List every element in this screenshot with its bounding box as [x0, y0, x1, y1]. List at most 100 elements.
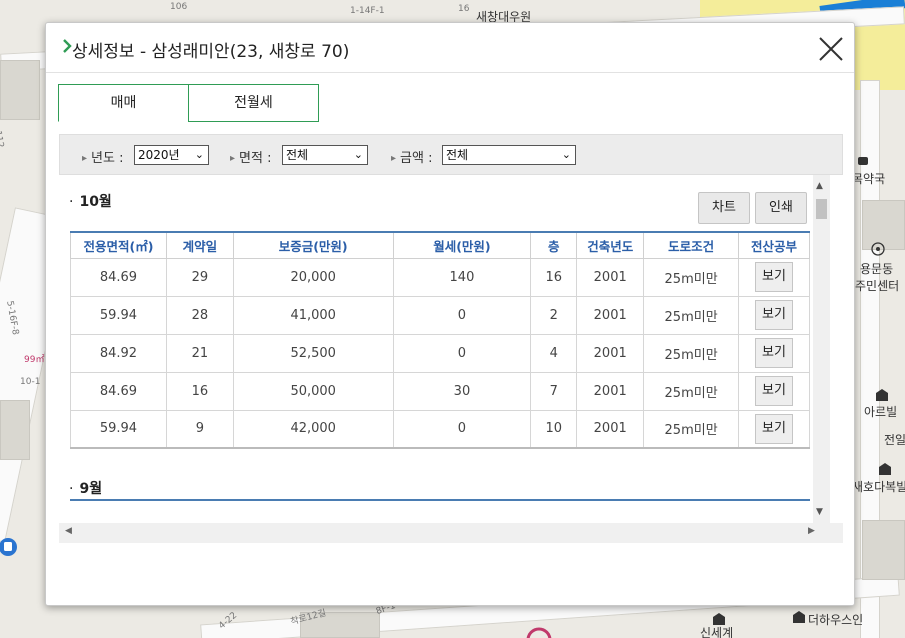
print-button[interactable]: 인쇄: [755, 192, 807, 224]
map-label: 10-1: [20, 377, 41, 387]
store-icon: [713, 613, 725, 625]
cell-rent: 30: [392, 371, 532, 411]
view-button[interactable]: 보기: [755, 262, 794, 292]
column-header: 계약일: [165, 232, 234, 259]
pharmacy-icon: [858, 157, 868, 165]
table-row: 84.69 16 50,000 30 7 2001 25m미만 보기: [70, 371, 810, 411]
cell-deposit: 42,000: [232, 409, 394, 449]
map-label: 1-14F-1: [350, 6, 385, 16]
bus-stop-icon[interactable]: [0, 536, 20, 558]
cell-year: 2001: [576, 371, 645, 411]
chevron-down-icon: ⌄: [353, 148, 363, 161]
scroll-down-icon[interactable]: ▼: [816, 507, 823, 517]
year-select[interactable]: 2020년 ⌄: [134, 145, 209, 165]
table-row: 84.92 21 52,500 0 4 2001 25m미만 보기: [70, 333, 810, 373]
column-header: 전산공부: [738, 232, 810, 259]
horizontal-scrollbar[interactable]: ◀ ▶: [59, 523, 843, 543]
cell-deposit: 41,000: [232, 295, 394, 335]
cell-rent: 140: [392, 257, 532, 297]
cell-deposit: 52,500: [232, 333, 394, 373]
map-label: 용문동: [860, 262, 894, 276]
column-header: 전용면적(㎡): [70, 232, 167, 259]
chevron-right-icon: [63, 39, 72, 53]
cell-area: 84.69: [70, 371, 167, 411]
cell-view: 보기: [738, 295, 810, 335]
chevron-down-icon: ⌄: [561, 148, 571, 161]
vertical-scrollbar[interactable]: ▲ ▼: [813, 175, 830, 523]
cell-view: 보기: [738, 257, 810, 297]
cell-floor: 7: [530, 371, 578, 411]
cell-deposit: 50,000: [232, 371, 394, 411]
view-button[interactable]: 보기: [755, 413, 794, 444]
table-row: 84.69 29 20,000 140 16 2001 25m미만 보기: [70, 257, 810, 297]
chart-button[interactable]: 차트: [698, 192, 750, 224]
apartment-icon: [793, 611, 805, 623]
view-button[interactable]: 보기: [755, 300, 794, 330]
map-building: [0, 400, 30, 460]
map-label: 106: [170, 2, 188, 12]
month-heading-label: 10월: [79, 194, 112, 210]
cell-view: 보기: [738, 333, 810, 373]
cell-area: 59.94: [70, 409, 167, 449]
results-scroll-area[interactable]: · 10월 차트 인쇄 전용면적(㎡) 계약일 보증금(만원) 월세(만원) 층 …: [59, 175, 843, 523]
amount-select-value: 전체: [446, 148, 469, 162]
cell-year: 2001: [576, 409, 645, 449]
cell-road: 25m미만: [643, 409, 740, 449]
map-label: 112: [0, 130, 5, 149]
cell-area: 84.92: [70, 333, 167, 373]
tab-sale[interactable]: 매매: [58, 84, 189, 122]
column-header: 월세(만원): [392, 232, 532, 259]
transactions-table: 전용면적(㎡) 계약일 보증금(만원) 월세(만원) 층 건축년도 도로조건 전…: [70, 231, 810, 449]
chevron-down-icon: ⌄: [194, 148, 204, 161]
cell-road: 25m미만: [643, 333, 740, 373]
cell-floor: 2: [530, 295, 578, 335]
cell-view: 보기: [738, 409, 810, 449]
year-select-value: 2020년: [138, 148, 180, 162]
dialog-title: 상세정보 - 삼성래미안(23, 새창로 70): [72, 42, 350, 62]
map-label: 신세계: [700, 626, 734, 638]
map-label: 16: [458, 4, 470, 14]
cell-floor: 4: [530, 333, 578, 373]
cell-year: 2001: [576, 295, 645, 335]
map-label: 더하우스인: [808, 613, 864, 627]
cell-day: 16: [165, 371, 234, 411]
apartment-icon: [876, 389, 888, 401]
detail-dialog: 상세정보 - 삼성래미안(23, 새창로 70) 매매 전월세 년도 : 202…: [45, 22, 855, 606]
cell-rent: 0: [392, 333, 532, 373]
cell-view: 보기: [738, 371, 810, 411]
view-button[interactable]: 보기: [755, 376, 794, 406]
cell-road: 25m미만: [643, 295, 740, 335]
map-label: 전일: [884, 433, 905, 447]
tab-rent[interactable]: 전월세: [188, 84, 319, 122]
cell-road: 25m미만: [643, 371, 740, 411]
scroll-right-icon[interactable]: ▶: [808, 526, 815, 536]
cell-floor: 16: [530, 257, 578, 297]
map-building: [0, 60, 40, 120]
area-filter-label: 면적 :: [230, 147, 271, 166]
scroll-up-icon[interactable]: ▲: [816, 181, 823, 191]
cell-area: 59.94: [70, 295, 167, 335]
map-label: 아르빌: [864, 405, 898, 419]
scroll-left-icon[interactable]: ◀: [65, 526, 72, 536]
subway-station-icon[interactable]: [524, 626, 554, 638]
cell-floor: 10: [530, 409, 578, 449]
cell-day: 29: [165, 257, 234, 297]
cell-rent: 0: [392, 295, 532, 335]
scrollbar-thumb[interactable]: [816, 199, 827, 219]
map-building: [862, 520, 905, 580]
close-icon[interactable]: [817, 35, 845, 63]
area-select[interactable]: 전체 ⌄: [282, 145, 368, 165]
year-filter-label: 년도 :: [82, 147, 123, 166]
view-button[interactable]: 보기: [755, 338, 794, 368]
cell-road: 25m미만: [643, 257, 740, 297]
column-header: 건축년도: [576, 232, 645, 259]
cell-day: 9: [165, 409, 234, 449]
column-header: 도로조건: [643, 232, 740, 259]
table-header-row: 전용면적(㎡) 계약일 보증금(만원) 월세(만원) 층 건축년도 도로조건 전…: [70, 232, 810, 259]
table-row: 59.94 9 42,000 0 10 2001 25m미만 보기: [70, 409, 810, 449]
cell-day: 21: [165, 333, 234, 373]
amount-select[interactable]: 전체 ⌄: [442, 145, 576, 165]
cell-year: 2001: [576, 257, 645, 297]
month-heading: · 9월: [69, 481, 103, 497]
dialog-header: 상세정보 - 삼성래미안(23, 새창로 70): [46, 23, 854, 73]
